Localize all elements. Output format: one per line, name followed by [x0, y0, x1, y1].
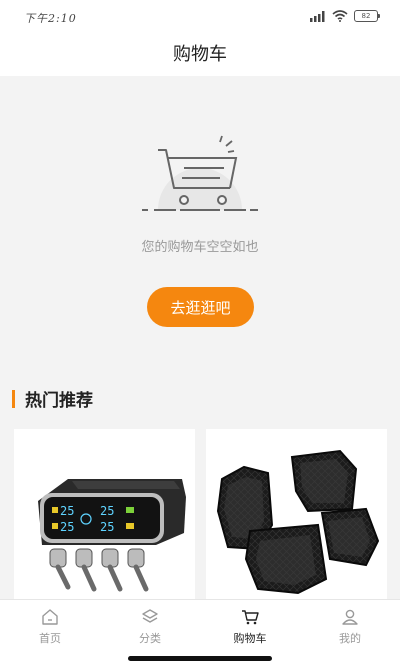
empty-cart-icon: [142, 135, 258, 211]
category-icon: [142, 609, 158, 623]
signal-icon: [310, 10, 325, 22]
empty-cart-message: 您的购物车空空如也: [141, 240, 259, 255]
battery-indicator: 82: [354, 10, 380, 22]
svg-text:25: 25: [100, 504, 114, 518]
svg-text:25: 25: [60, 504, 74, 518]
tab-cart[interactable]: 购物车: [210, 608, 290, 646]
status-bar: 下午2:10 82: [0, 0, 400, 34]
svg-text:25: 25: [100, 520, 114, 534]
recommend-title: 热门推荐: [25, 391, 93, 411]
product-card[interactable]: 25 25 25 25: [14, 429, 195, 609]
tab-category[interactable]: 分类: [110, 608, 190, 646]
profile-icon: [342, 609, 358, 625]
product-card[interactable]: [206, 429, 387, 609]
status-time: 下午2:10: [24, 12, 77, 25]
status-icons: 82: [310, 10, 380, 22]
go-shopping-button[interactable]: 去逛逛吧: [147, 287, 254, 327]
tab-profile[interactable]: 我的: [310, 608, 390, 646]
tab-home-label: 首页: [39, 632, 61, 645]
car-floor-mat-image: [216, 449, 380, 595]
tab-profile-label: 我的: [339, 632, 361, 645]
home-indicator: [128, 656, 272, 661]
tire-pressure-monitor-image: 25 25 25 25: [38, 479, 186, 592]
nav-bar: 购物车: [0, 34, 400, 76]
recommend-header: 热门推荐: [12, 386, 93, 411]
page-title: 购物车: [173, 44, 227, 65]
tab-category-label: 分类: [139, 632, 161, 645]
tab-home[interactable]: 首页: [10, 608, 90, 646]
tab-cart-label: 购物车: [233, 632, 267, 645]
home-icon: [42, 609, 58, 625]
svg-text:25: 25: [60, 520, 74, 534]
wifi-icon: [332, 10, 348, 22]
cart-icon: [242, 610, 259, 625]
section-accent-bar: [12, 389, 15, 408]
